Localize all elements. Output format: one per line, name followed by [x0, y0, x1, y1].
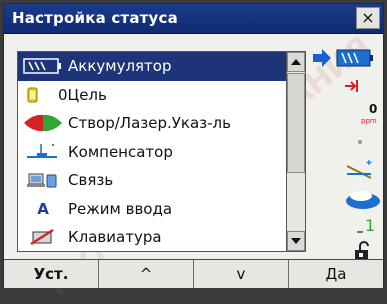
guide-light-laser-icon	[18, 109, 68, 137]
list-item-target[interactable]: 0 Цель	[18, 81, 286, 110]
status-target[interactable]	[311, 72, 383, 100]
laser-status-icon	[358, 140, 362, 144]
list-item-label: Режим ввода	[68, 199, 173, 218]
list-item-keyboard[interactable]: Клавиатура	[18, 223, 286, 251]
title-bar: Настройка статуса ×	[4, 4, 383, 34]
scroll-down-arrow-icon	[291, 238, 301, 244]
battery-icon	[18, 52, 68, 80]
list-scrollbar[interactable]	[287, 51, 306, 252]
tilt-compensator-icon	[18, 138, 68, 166]
status-input-mode[interactable]: 1	[311, 212, 383, 240]
list-item-label: Цель	[67, 85, 107, 104]
keyboard-icon	[18, 223, 68, 251]
list-item-label: Створ/Лазер.Указ-ль	[68, 114, 231, 133]
status-compensator[interactable]	[311, 156, 383, 184]
target-status-icon	[345, 80, 358, 92]
list-item-communication[interactable]: Связь	[18, 166, 286, 195]
communication-icon	[18, 166, 68, 194]
scroll-up-arrow-icon	[291, 59, 301, 65]
window-title: Настройка статуса	[12, 9, 178, 27]
status-communication[interactable]	[311, 184, 383, 212]
status-icons-column: 0 ppm 1	[311, 44, 383, 260]
status-battery[interactable]	[311, 44, 383, 72]
content-area: ГЕОСТРОЙИЗЫСКАНИЯ Аккумулятор	[4, 29, 383, 304]
softkey-down-button[interactable]: v	[194, 260, 289, 288]
softkey-up-button[interactable]: ^	[99, 260, 194, 288]
battery-pointer-icon	[313, 49, 373, 67]
list-item-label: Клавиатура	[68, 228, 162, 247]
scroll-thumb[interactable]	[287, 73, 305, 173]
softkey-yes-button[interactable]: Да	[289, 260, 383, 288]
status-items-list: Аккумулятор 0 Цель Створ/Лазер.Указ-ль К…	[17, 51, 287, 252]
target-prefix: 0	[58, 85, 68, 104]
list-item-guide-light[interactable]: Створ/Лазер.Указ-ль	[18, 109, 286, 138]
communication-status-icon	[346, 191, 380, 209]
input-mode-value: 1	[365, 216, 376, 235]
softkey-set-button[interactable]: Уст.	[4, 260, 99, 288]
list-item-label: Связь	[68, 171, 114, 190]
list-item-label: Аккумулятор	[68, 57, 172, 76]
scroll-down-button[interactable]	[287, 231, 305, 251]
list-item-compensator[interactable]: Компенсатор	[18, 138, 286, 167]
compensator-status-icon	[346, 160, 372, 179]
list-item-input-mode[interactable]: A Режим ввода	[18, 195, 286, 224]
softkey-bar: Уст. ^ v Да	[4, 259, 383, 288]
scroll-up-button[interactable]	[287, 52, 305, 72]
ppm-value: 0	[369, 102, 378, 116]
input-mode-glyph: A	[37, 199, 49, 218]
status-laser[interactable]	[311, 128, 383, 156]
status-ppm[interactable]: 0 ppm	[311, 100, 383, 128]
status-settings-window: Настройка статуса × ГЕОСТРОЙИЗЫСКАНИЯ Ак…	[3, 3, 384, 304]
close-button[interactable]: ×	[356, 7, 380, 29]
ppm-unit: ppm	[361, 117, 377, 125]
list-item-label: Компенсатор	[68, 142, 173, 161]
input-mode-icon: A	[18, 195, 68, 223]
list-item-battery[interactable]: Аккумулятор	[18, 52, 286, 81]
